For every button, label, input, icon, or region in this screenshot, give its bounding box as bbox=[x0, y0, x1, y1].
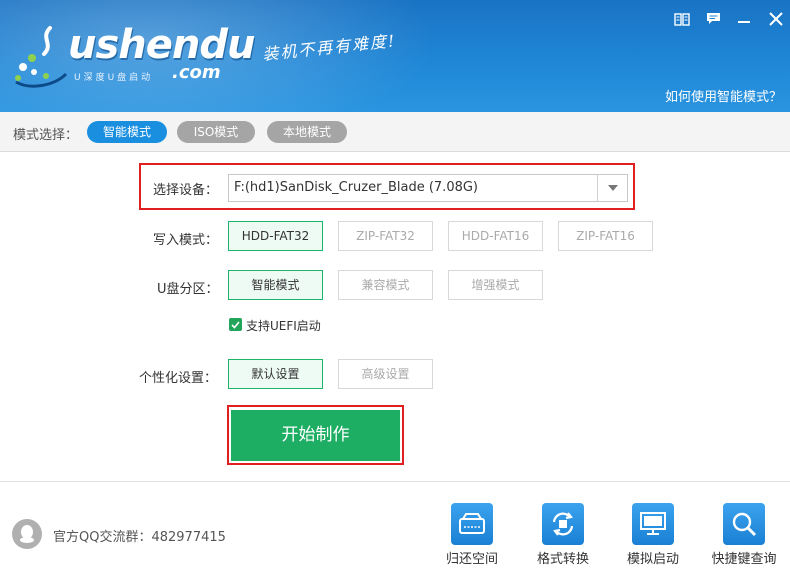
uefi-checkbox[interactable] bbox=[229, 318, 242, 331]
personal-label: 个性化设置： bbox=[139, 371, 218, 386]
tab-iso-mode[interactable]: ISO模式 bbox=[177, 121, 255, 143]
tool-label-hotkey-query[interactable]: 快捷键查询 bbox=[699, 548, 789, 567]
footer-divider bbox=[0, 481, 790, 482]
close-icon[interactable] bbox=[766, 10, 786, 28]
convert-icon[interactable] bbox=[542, 503, 584, 545]
partition-option-smart[interactable]: 智能模式 bbox=[228, 270, 323, 300]
device-select[interactable]: F:(hd1)SanDisk_Cruzer_Blade (7.08G) bbox=[228, 174, 628, 202]
device-label: 选择设备： bbox=[153, 183, 219, 198]
tab-smart-mode[interactable]: 智能模式 bbox=[87, 121, 167, 143]
qq-icon bbox=[12, 519, 42, 549]
search-icon[interactable] bbox=[723, 503, 765, 545]
partition-option-compatible[interactable]: 兼容模式 bbox=[338, 270, 433, 300]
tool-label-simulate-boot[interactable]: 模拟启动 bbox=[608, 548, 698, 567]
header-banner: ushendu .com U深度U盘启动 装机不再有难度! 如何使用智能模式？ bbox=[0, 0, 790, 112]
start-button[interactable]: 开始制作 bbox=[231, 410, 400, 461]
logo-subtitle: U深度U盘启动 bbox=[74, 73, 154, 83]
device-value: F:(hd1)SanDisk_Cruzer_Blade (7.08G) bbox=[234, 180, 479, 195]
chat-icon[interactable] bbox=[703, 10, 723, 28]
partition-option-enhanced[interactable]: 增强模式 bbox=[448, 270, 543, 300]
tab-local-mode[interactable]: 本地模式 bbox=[267, 121, 347, 143]
monitor-icon[interactable] bbox=[632, 503, 674, 545]
uefi-label[interactable]: 支持UEFI启动 bbox=[246, 317, 321, 334]
write-option-zip-fat32[interactable]: ZIP-FAT32 bbox=[338, 221, 433, 251]
help-link[interactable]: 如何使用智能模式？ bbox=[665, 86, 782, 105]
tool-label-restore-space[interactable]: 归还空间 bbox=[427, 548, 517, 567]
book-icon[interactable] bbox=[672, 10, 692, 28]
mode-bar-label: 模式选择： bbox=[13, 128, 79, 143]
qq-group-text: 官方QQ交流群：482977415 bbox=[53, 530, 226, 545]
chevron-down-icon[interactable] bbox=[597, 175, 627, 201]
minimize-icon[interactable] bbox=[734, 10, 754, 28]
mode-bar: 模式选择： 智能模式 ISO模式 本地模式 bbox=[0, 112, 790, 152]
logo-icon bbox=[15, 26, 68, 88]
personal-option-advanced[interactable]: 高级设置 bbox=[338, 359, 433, 389]
write-option-hdd-fat16[interactable]: HDD-FAT16 bbox=[448, 221, 543, 251]
write-option-hdd-fat32[interactable]: HDD-FAT32 bbox=[228, 221, 323, 251]
logo-text: ushendu bbox=[68, 22, 255, 68]
partition-label: U盘分区： bbox=[157, 282, 219, 297]
logo-com: .com bbox=[172, 62, 221, 83]
write-mode-label: 写入模式： bbox=[153, 233, 219, 248]
tool-label-format-convert[interactable]: 格式转换 bbox=[518, 548, 608, 567]
drive-icon[interactable] bbox=[451, 503, 493, 545]
write-option-zip-fat16[interactable]: ZIP-FAT16 bbox=[558, 221, 653, 251]
personal-option-default[interactable]: 默认设置 bbox=[228, 359, 323, 389]
